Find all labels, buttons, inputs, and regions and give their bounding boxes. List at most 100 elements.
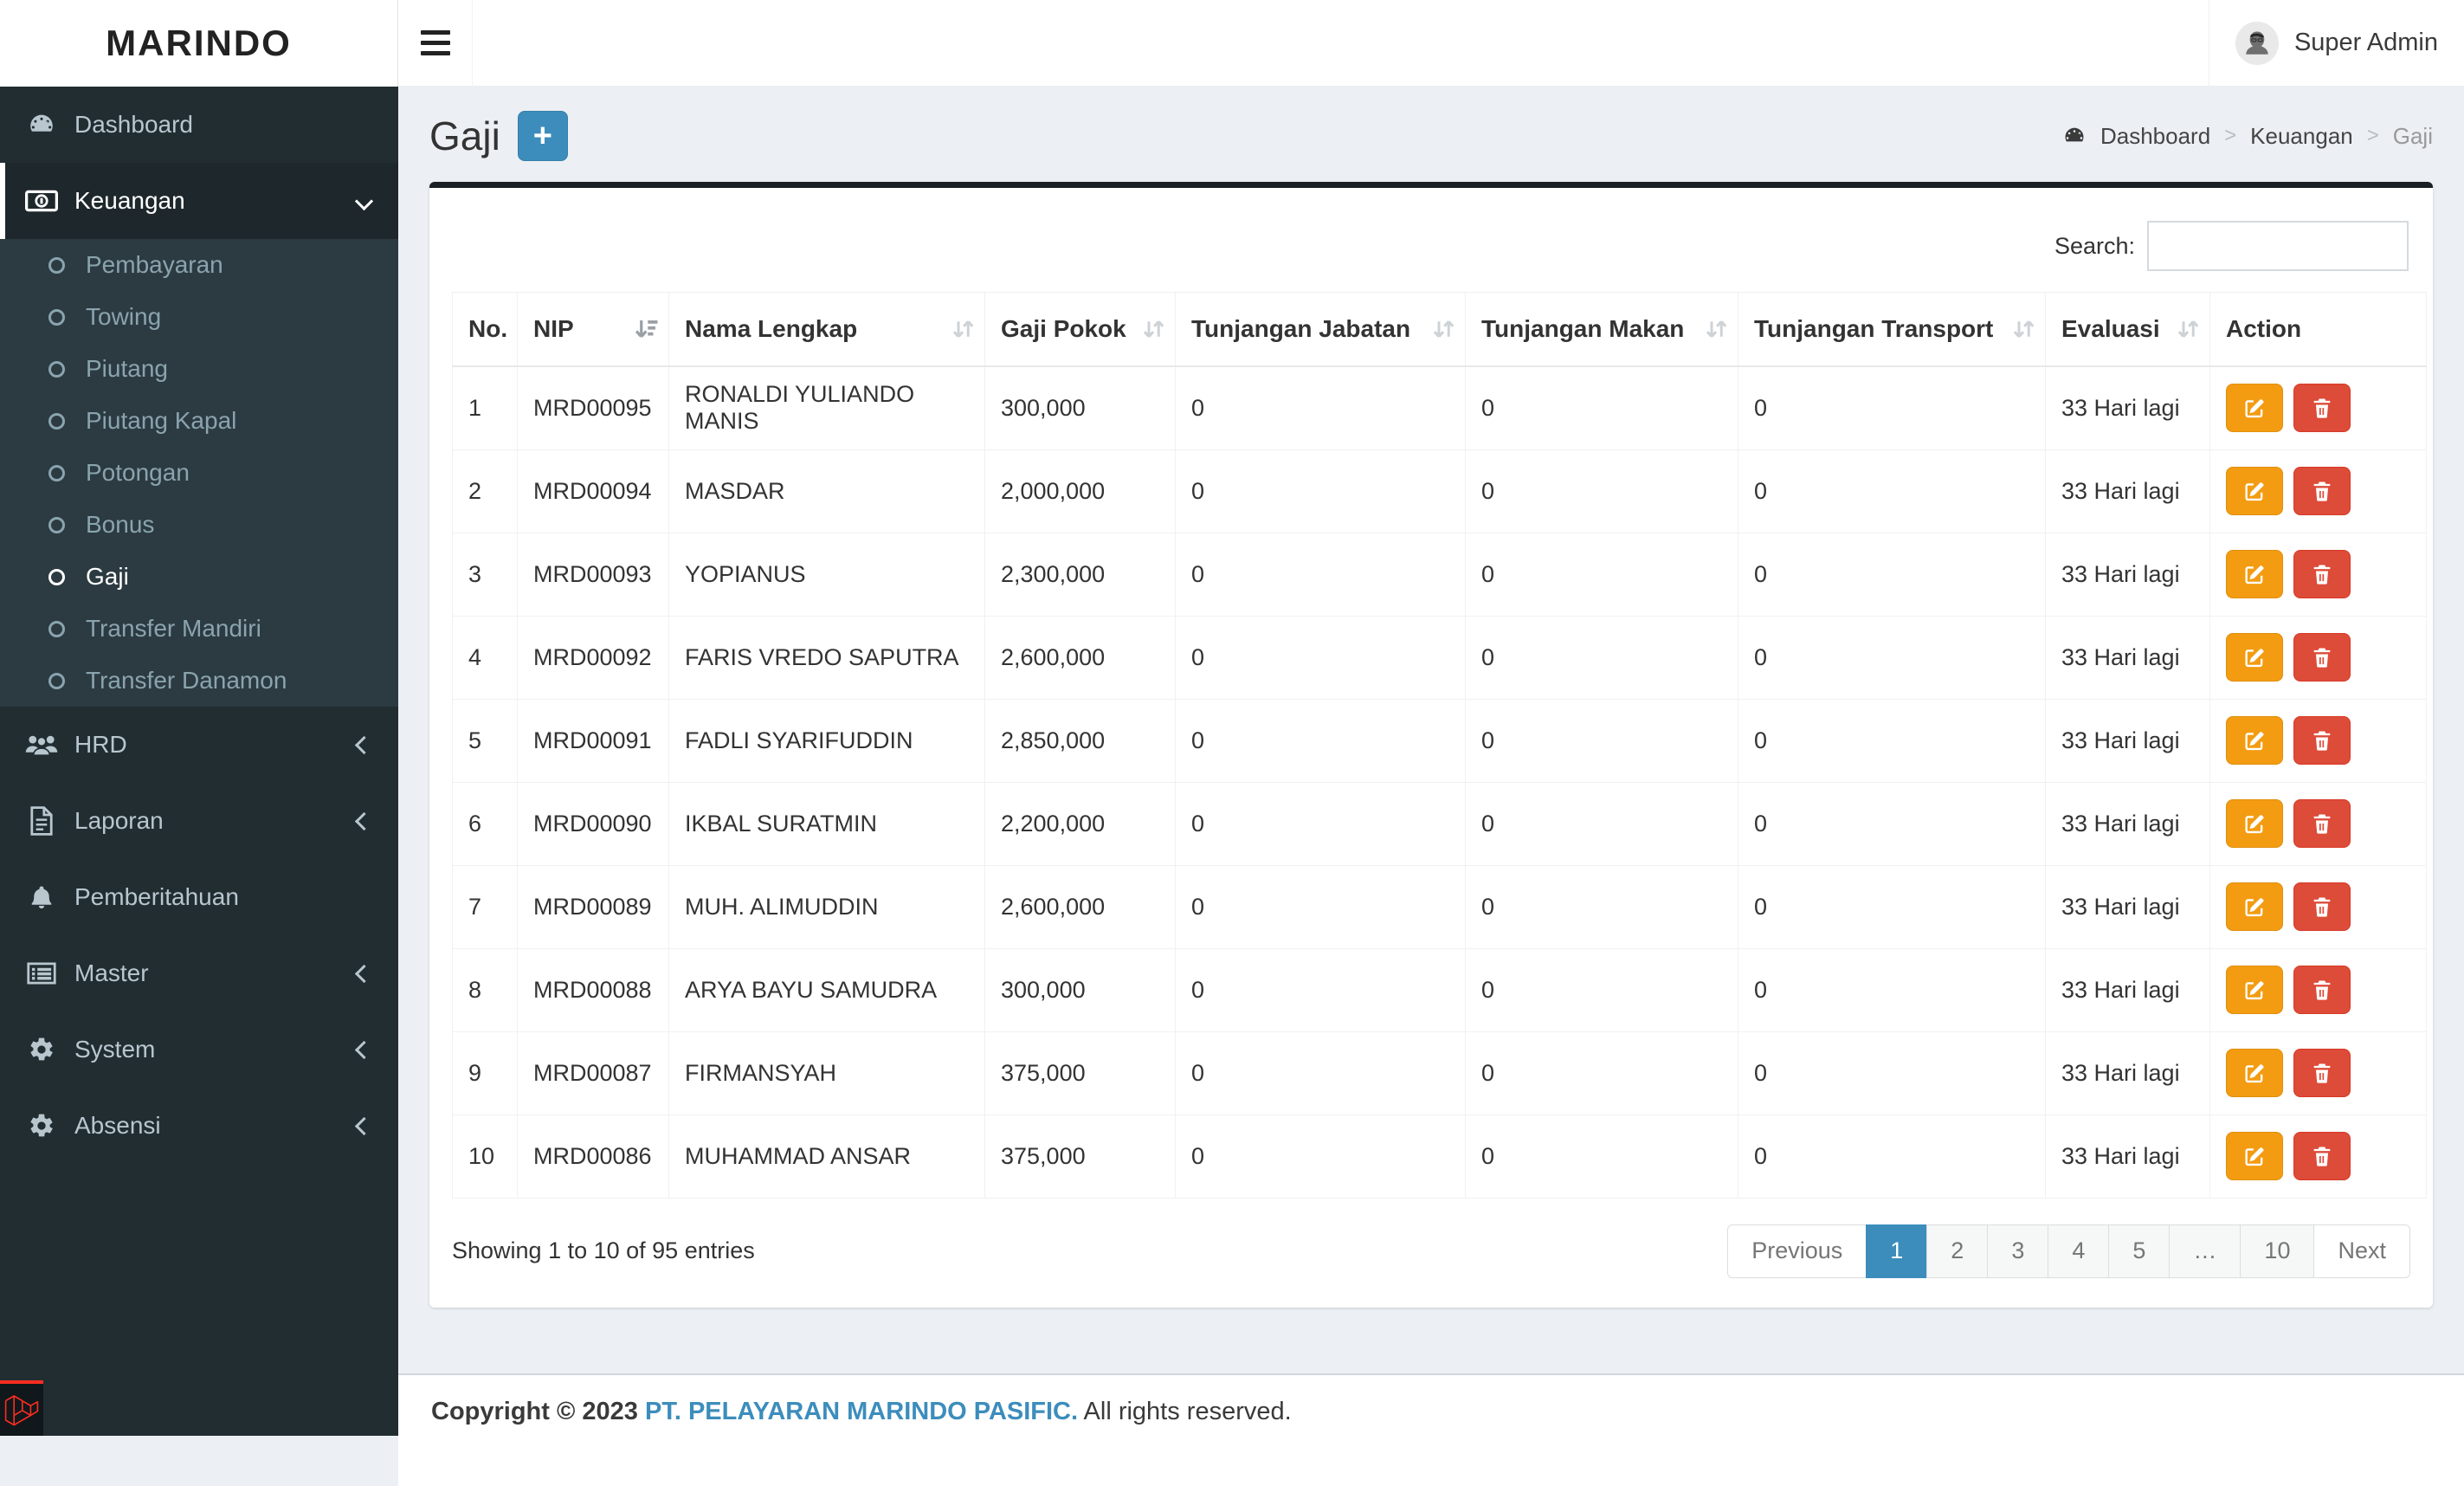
circle-icon [48,256,65,274]
cell-evaluasi: 33 Hari lagi [2045,365,2210,450]
delete-button[interactable] [2293,882,2351,931]
edit-button[interactable] [2226,1049,2283,1097]
edit-button[interactable] [2226,467,2283,515]
cell-tunjangan-transport: 0 [1738,698,2046,783]
pagination-page-4[interactable]: 4 [2048,1224,2110,1278]
chevron-left-icon [354,1040,374,1059]
cell-tunjangan-jabatan: 0 [1175,365,1466,450]
sidebar-item-piutang[interactable]: Piutang [0,343,398,395]
users-icon [23,733,61,757]
cell-evaluasi: 33 Hari lagi [2045,1114,2210,1198]
pagination-next[interactable]: Next [2313,1224,2410,1278]
delete-button[interactable] [2293,633,2351,682]
add-button[interactable]: + [517,111,568,161]
breadcrumb-dashboard[interactable]: Dashboard [2100,123,2210,150]
cell-action [2209,864,2427,949]
column-header-tunjangan-transport[interactable]: Tunjangan Transport [1738,292,2046,367]
sidebar-item-towing[interactable]: Towing [0,291,398,343]
page-title: Gaji [429,113,500,158]
search-input[interactable] [2147,221,2409,271]
sidebar-item-bonus[interactable]: Bonus [0,499,398,551]
pagination-page-1[interactable]: 1 [1866,1224,1928,1278]
edit-button[interactable] [2226,716,2283,765]
delete-button[interactable] [2293,716,2351,765]
cell-evaluasi: 33 Hari lagi [2045,947,2210,1032]
trash-icon [2313,731,2331,751]
cell-tunjangan-transport: 0 [1738,781,2046,866]
cell-tunjangan-makan: 0 [1465,1031,1738,1115]
pagination-previous[interactable]: Previous [1727,1224,1867,1278]
delete-button[interactable] [2293,384,2351,433]
cell-tunjangan-makan: 0 [1465,365,1738,450]
edit-button[interactable] [2226,633,2283,682]
sidebar-item-pembayaran[interactable]: Pembayaran [0,239,398,291]
sidebar-item-pemberitahuan[interactable]: Pemberitahuan [0,859,398,935]
sidebar-item-keuangan[interactable]: Keuangan [0,163,398,239]
cell-gaji-pokok: 300,000 [984,947,1176,1032]
cell-action [2209,781,2427,866]
sidebar-item-system[interactable]: System [0,1011,398,1088]
delete-button[interactable] [2293,966,2351,1014]
edit-button[interactable] [2226,966,2283,1014]
pagination-page-10[interactable]: 10 [2240,1224,2315,1278]
app-logo[interactable]: MARINDO [0,0,398,87]
cell-no: 3 [452,532,518,617]
cell-tunjangan-jabatan: 0 [1175,947,1466,1032]
edit-button[interactable] [2226,799,2283,848]
cell-tunjangan-makan: 0 [1465,532,1738,617]
column-header-evaluasi[interactable]: Evaluasi [2045,292,2210,367]
user-menu[interactable]: Super Admin [2208,0,2464,86]
sidebar-item-transfer-danamon[interactable]: Transfer Danamon [0,655,398,707]
sidebar-item-label: Transfer Mandiri [86,615,261,642]
sidebar-item-master[interactable]: Master [0,935,398,1011]
cell-no: 6 [452,781,518,866]
sidebar-item-label: Pemberitahuan [74,883,239,910]
column-header-tunjangan-jabatan[interactable]: Tunjangan Jabatan [1175,292,1466,367]
delete-button[interactable] [2293,1132,2351,1180]
column-header-nama[interactable]: Nama Lengkap [668,292,985,367]
table-row: 1 MRD00095 RONALDI YULIANDO MANIS 300,000 0 0… [452,365,2427,450]
sidebar-item-potongan[interactable]: Potongan [0,447,398,499]
sidebar-item-dashboard[interactable]: Dashboard [0,87,398,163]
sort-both-icon [1140,316,1166,342]
circle-icon [48,464,65,481]
cell-gaji-pokok: 2,300,000 [984,532,1176,617]
chevron-left-icon [354,811,374,830]
sidebar-toggle-button[interactable] [398,0,473,87]
table-header-row: No. NIP Nama Lengkap Gaji Pokok Tunjanga… [452,292,2427,367]
edit-icon [2245,898,2264,917]
cell-gaji-pokok: 2,200,000 [984,781,1176,866]
column-header-gaji-pokok[interactable]: Gaji Pokok [984,292,1176,367]
trash-icon [2313,1147,2331,1166]
sidebar-item-piutang-kapal[interactable]: Piutang Kapal [0,395,398,447]
edit-button[interactable] [2226,550,2283,598]
column-header-nip[interactable]: NIP [517,292,669,367]
cell-nama: MUHAMMAD ANSAR [668,1114,985,1198]
delete-button[interactable] [2293,1049,2351,1097]
edit-button[interactable] [2226,882,2283,931]
delete-button[interactable] [2293,550,2351,598]
pagination-page-5[interactable]: 5 [2108,1224,2171,1278]
edit-button[interactable] [2226,384,2283,433]
circle-icon [48,620,65,637]
edit-button[interactable] [2226,1132,2283,1180]
cell-nama: IKBAL SURATMIN [668,781,985,866]
sidebar-item-laporan[interactable]: Laporan [0,783,398,859]
rights-text: All rights reserved. [1083,1398,1292,1425]
column-header-tunjangan-makan[interactable]: Tunjangan Makan [1465,292,1738,367]
sidebar-item-absensi[interactable]: Absensi [0,1088,398,1164]
delete-button[interactable] [2293,799,2351,848]
cell-tunjangan-jabatan: 0 [1175,532,1466,617]
delete-button[interactable] [2293,467,2351,515]
company-link[interactable]: PT. PELAYARAN MARINDO PASIFIC. [645,1398,1078,1425]
pagination-page-2[interactable]: 2 [1926,1224,1989,1278]
breadcrumb-keuangan[interactable]: Keuangan [2250,123,2353,150]
cell-evaluasi: 33 Hari lagi [2045,532,2210,617]
sidebar-item-hrd[interactable]: HRD [0,707,398,783]
sidebar-item-transfer-mandiri[interactable]: Transfer Mandiri [0,603,398,655]
pagination-page-3[interactable]: 3 [1987,1224,2049,1278]
debugbar-toggle[interactable] [0,1380,43,1436]
chevron-left-icon [354,735,374,754]
sidebar-item-gaji[interactable]: Gaji [0,551,398,603]
cell-no: 5 [452,698,518,783]
